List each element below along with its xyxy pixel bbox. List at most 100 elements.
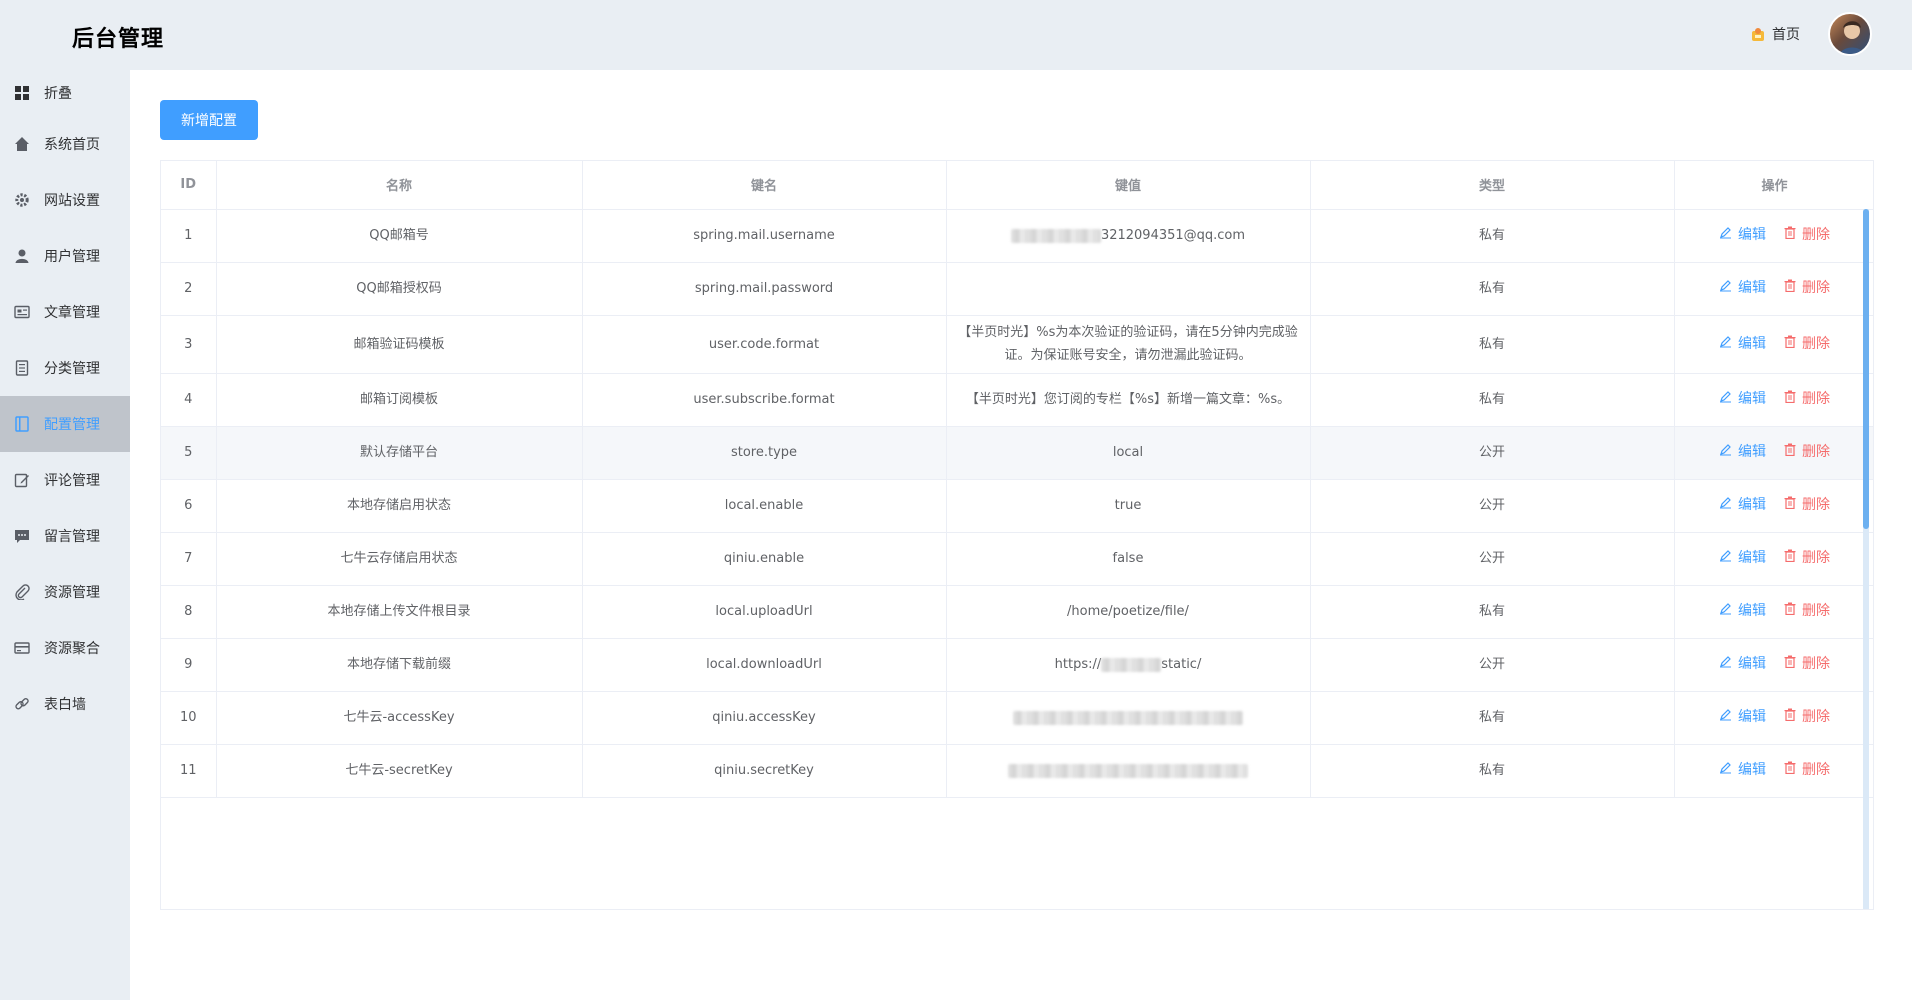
edit-button[interactable]: 编辑 [1719,388,1766,411]
delete-button[interactable]: 删除 [1784,441,1830,464]
delete-icon [1784,653,1796,676]
cell-actions: 编辑 删除 [1674,209,1873,263]
config-value-prefix: https:// [1054,657,1102,672]
cell-value: false [946,532,1311,586]
config-value: true [1114,498,1142,513]
edit-button[interactable]: 编辑 [1719,706,1766,729]
delete-button[interactable]: 删除 [1784,600,1830,623]
delete-button[interactable]: 删除 [1784,494,1830,517]
delete-icon [1784,441,1796,464]
edit-icon [1719,600,1732,623]
delete-icon [1784,333,1796,356]
edit-icon [1719,441,1732,464]
sidebar-item-label: 留言管理 [44,529,100,545]
delete-button[interactable]: 删除 [1784,388,1830,411]
cell-value: true [946,479,1311,533]
delete-button[interactable]: 删除 [1784,277,1830,300]
cell-id: 7 [161,532,217,586]
delete-button[interactable]: 删除 [1784,759,1830,782]
app-title: 后台管理 [72,27,165,52]
edit-icon [1719,224,1732,247]
sidebar-item-2[interactable]: 网站设置 [0,172,130,228]
main-content: 新增配置 ID 名称 键名 键值 类型 操作 1 QQ邮箱号 spring.mail… [130,70,1912,1000]
delete-button[interactable]: 删除 [1784,653,1830,676]
sidebar-item-7[interactable]: 评论管理 [0,452,130,508]
edit-button[interactable]: 编辑 [1719,333,1766,356]
edit-icon [1719,759,1732,782]
grid-icon [14,85,30,101]
edit-button[interactable]: 编辑 [1719,494,1766,517]
cell-actions: 编辑 删除 [1674,373,1873,427]
sidebar-item-3[interactable]: 用户管理 [0,228,130,284]
redacted-value [1101,657,1162,672]
delete-label: 删除 [1802,227,1830,243]
cell-key: user.subscribe.format [582,373,947,427]
sidebar-item-label: 评论管理 [44,473,100,489]
sidebar-item-11[interactable]: 表白墙 [0,676,130,732]
edit-button[interactable]: 编辑 [1719,547,1766,570]
config-value: 【半页时光】您订阅的专栏【%s】新增一篇文章：%s。 [965,392,1291,407]
edit-button[interactable]: 编辑 [1719,277,1766,300]
delete-label: 删除 [1802,280,1830,296]
delete-button[interactable]: 删除 [1784,547,1830,570]
table-row: 7 七牛云存储启用状态 qiniu.enable false 公开 编辑 删除 [161,532,1873,586]
edit-button[interactable]: 编辑 [1719,441,1766,464]
delete-label: 删除 [1802,656,1830,672]
cell-actions: 编辑 删除 [1674,426,1873,480]
home-link[interactable]: 首页 [1750,24,1800,44]
edit-button[interactable]: 编辑 [1719,600,1766,623]
cell-id: 11 [161,744,217,798]
cell-key: qiniu.enable [582,532,947,586]
cell-actions: 编辑 删除 [1674,262,1873,316]
sidebar-item-6[interactable]: 配置管理 [0,396,130,452]
table-row: 4 邮箱订阅模板 user.subscribe.format 【半页时光】您订阅的专栏… [161,373,1873,427]
cell-id: 8 [161,585,217,639]
delete-button[interactable]: 删除 [1784,706,1830,729]
article-icon [14,304,30,320]
sidebar-item-label: 资源聚合 [44,641,100,657]
sidebar-collapse-toggle[interactable]: 折叠 [0,70,130,116]
cell-name: 邮箱订阅模板 [216,373,583,427]
cell-type: 公开 [1310,426,1675,480]
home-icon [14,136,30,152]
cell-value [946,262,1311,316]
edit-button[interactable]: 编辑 [1719,759,1766,782]
cell-id: 5 [161,426,217,480]
edit-button[interactable]: 编辑 [1719,653,1766,676]
sidebar-item-9[interactable]: 资源管理 [0,564,130,620]
scrollbar-thumb[interactable] [1863,209,1869,529]
cell-name: 本地存储上传文件根目录 [216,585,583,639]
sidebar-item-10[interactable]: 资源聚合 [0,620,130,676]
edit-label: 编辑 [1738,762,1766,778]
cell-actions: 编辑 删除 [1674,532,1873,586]
sidebar-item-4[interactable]: 文章管理 [0,284,130,340]
avatar[interactable] [1828,12,1872,56]
cell-type: 公开 [1310,479,1675,533]
delete-button[interactable]: 删除 [1784,224,1830,247]
cell-key: spring.mail.username [582,209,947,263]
cell-type: 私有 [1310,209,1675,263]
edit-label: 编辑 [1738,280,1766,296]
config-table: ID 名称 键名 键值 类型 操作 1 QQ邮箱号 spring.mail.user… [160,160,1874,910]
delete-label: 删除 [1802,391,1830,407]
delete-button[interactable]: 删除 [1784,333,1830,356]
redacted-value [1008,763,1248,778]
cell-value: 3212094351@qq.com [946,209,1311,263]
edit-label: 编辑 [1738,656,1766,672]
add-config-button[interactable]: 新增配置 [160,100,258,140]
redacted-value [1013,710,1243,725]
cell-key: local.uploadUrl [582,585,947,639]
sidebar-item-8[interactable]: 留言管理 [0,508,130,564]
cell-key: user.code.format [582,315,947,374]
config-value: /home/poetize/file/ [1067,604,1189,619]
delete-label: 删除 [1802,444,1830,460]
cell-id: 1 [161,209,217,263]
cell-name: 本地存储下载前缀 [216,638,583,692]
table-scrollbar[interactable] [1863,209,1869,909]
edit-button[interactable]: 编辑 [1719,224,1766,247]
user-icon [14,248,30,264]
header-type: 类型 [1310,161,1675,210]
cell-id: 10 [161,691,217,745]
sidebar-item-1[interactable]: 系统首页 [0,116,130,172]
sidebar-item-5[interactable]: 分类管理 [0,340,130,396]
